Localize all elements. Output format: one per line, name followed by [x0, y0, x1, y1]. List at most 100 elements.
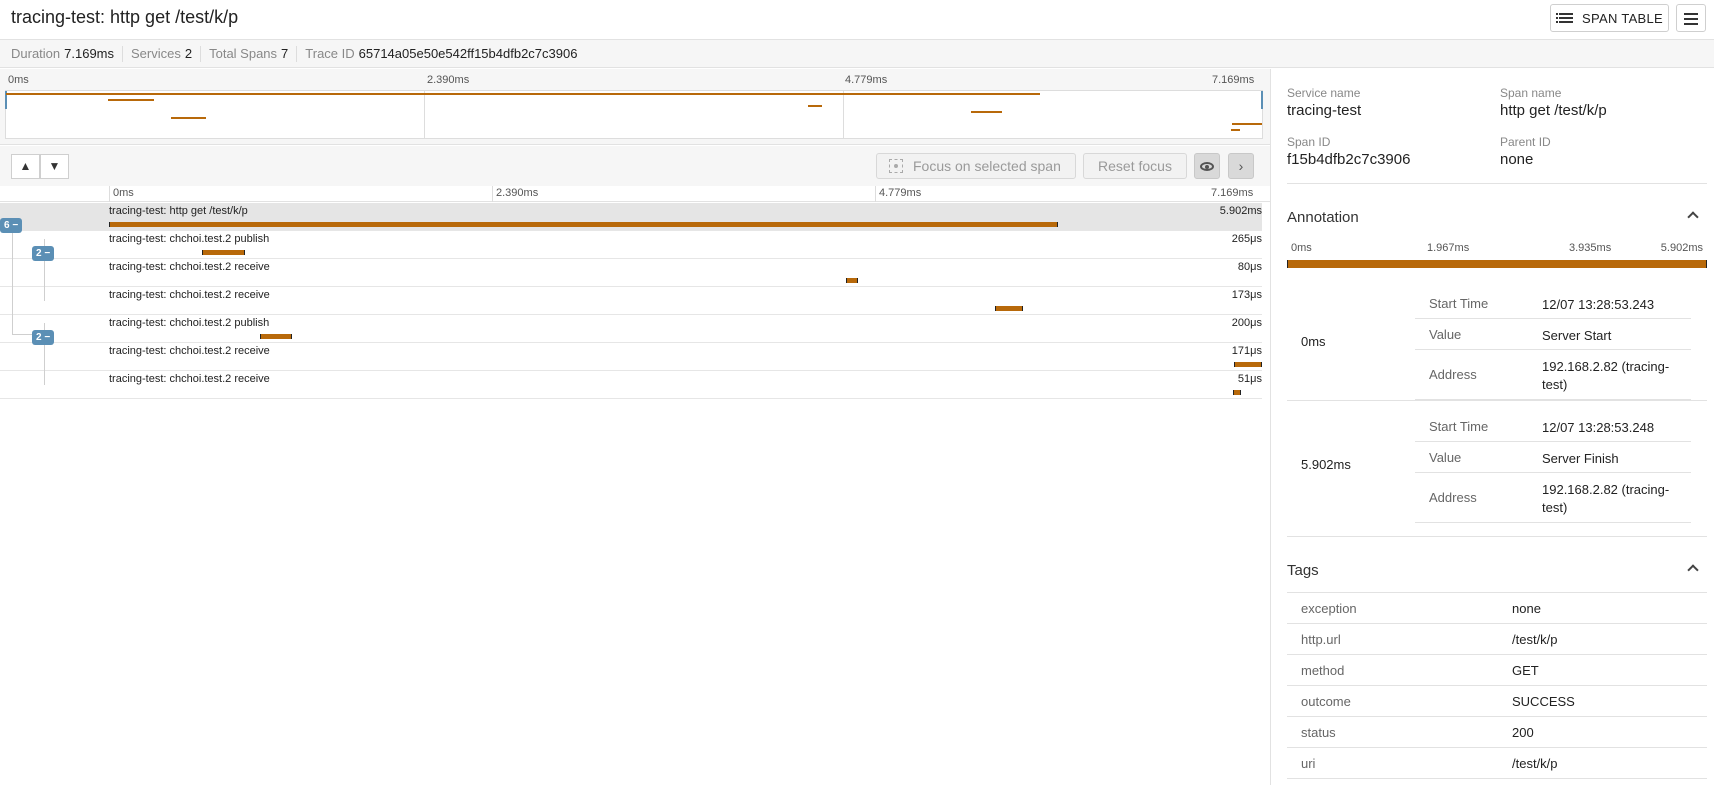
- span-id-label: Span ID: [1287, 135, 1331, 149]
- chevron-up-icon: ▲: [19, 159, 32, 173]
- tag-row: outcome SUCCESS: [1287, 686, 1707, 717]
- chevron-down-icon: ▼: [48, 159, 61, 173]
- annotation-time: 5.902ms: [1301, 457, 1351, 472]
- next-span-button[interactable]: ▼: [40, 154, 69, 179]
- stat-total-spans: Total Spans 7: [209, 46, 289, 61]
- stat-services: Services 2: [131, 46, 193, 61]
- minimap-span-bar: [808, 105, 823, 107]
- span-name: tracing-test: chchoi.test.2 publish: [109, 233, 270, 245]
- span-bar[interactable]: [109, 222, 1059, 227]
- collapse-badge[interactable]: 6 −: [0, 218, 23, 233]
- minimap-span-bar: [1232, 123, 1262, 125]
- eye-icon: [1200, 162, 1214, 171]
- minimap-span-bar: [107, 99, 155, 101]
- collapse-badge[interactable]: 2 −: [32, 330, 55, 345]
- span-name-label: Span name: [1500, 86, 1562, 100]
- span-row[interactable]: tracing-test: chchoi.test.2 receive 80μs: [0, 259, 1262, 287]
- span-duration: 265μs: [1231, 233, 1262, 245]
- minimap-canvas[interactable]: [5, 90, 1263, 139]
- span-row[interactable]: tracing-test: chchoi.test.2 receive 51μs: [0, 371, 1262, 399]
- minimap-right-handle[interactable]: [1261, 91, 1263, 109]
- minimap-span-bar: [971, 111, 1002, 113]
- annotation-section-toggle[interactable]: Annotation: [1287, 209, 1707, 226]
- focus-icon: [889, 159, 903, 173]
- span-row[interactable]: tracing-test: chchoi.test.2 receive 171μs: [0, 343, 1262, 371]
- span-row[interactable]: tracing-test: http get /test/k/p 5.902ms: [0, 203, 1262, 231]
- span-row[interactable]: tracing-test: chchoi.test.2 receive 173μs: [0, 287, 1262, 315]
- span-name: tracing-test: chchoi.test.2 publish: [109, 317, 270, 329]
- span-name: tracing-test: http get /test/k/p: [109, 205, 248, 217]
- span-name: tracing-test: chchoi.test.2 receive: [109, 373, 270, 385]
- tag-row: status 200: [1287, 717, 1707, 748]
- span-table-label: SPAN TABLE: [1582, 10, 1664, 26]
- span-name: tracing-test: chchoi.test.2 receive: [109, 261, 270, 273]
- list-icon: [1556, 11, 1573, 25]
- span-duration: 51μs: [1237, 373, 1262, 385]
- toggle-detail-button[interactable]: ›: [1228, 153, 1254, 179]
- service-name-label: Service name: [1287, 86, 1361, 100]
- span-duration: 80μs: [1237, 261, 1262, 273]
- span-bar[interactable]: [995, 306, 1023, 311]
- axis-tick: 2.390ms: [496, 187, 539, 199]
- minimap-span-bar: [1230, 129, 1240, 131]
- prev-span-button[interactable]: ▲: [11, 154, 40, 179]
- tag-row: method GET: [1287, 655, 1707, 686]
- tag-row: exception none: [1287, 593, 1707, 624]
- minimap-tick: 0ms: [8, 74, 29, 86]
- span-duration: 173μs: [1231, 289, 1262, 301]
- annotation-row: Address 192.168.2.82 (tracing-test): [1415, 350, 1691, 400]
- minimap-span-bar: [170, 117, 206, 119]
- span-bar[interactable]: [202, 250, 245, 255]
- tags-section-toggle[interactable]: Tags: [1287, 562, 1707, 579]
- timeline-axis: 0ms 2.390ms 4.779ms 7.169ms: [0, 186, 1270, 202]
- span-duration: 5.902ms: [1219, 205, 1262, 217]
- page-title: tracing-test: http get /test/k/p: [11, 7, 239, 27]
- chevron-up-icon: [1687, 564, 1699, 576]
- chevron-up-icon: [1687, 211, 1699, 223]
- span-row[interactable]: tracing-test: chchoi.test.2 publish 200μs: [0, 315, 1262, 343]
- timeline-toolbar: ▲ ▼ Focus on selected span Reset focus ›: [0, 146, 1270, 186]
- span-name: tracing-test: chchoi.test.2 receive: [109, 289, 270, 301]
- annotation-bar: [1287, 260, 1707, 268]
- minimap-tick: 2.390ms: [427, 74, 470, 86]
- focus-selected-span-button[interactable]: Focus on selected span: [876, 153, 1076, 179]
- chevron-right-icon: ›: [1238, 158, 1244, 174]
- trace-minimap[interactable]: 0ms 2.390ms 4.779ms 7.169ms: [0, 69, 1270, 145]
- span-duration: 200μs: [1231, 317, 1262, 329]
- reset-focus-button[interactable]: Reset focus: [1083, 153, 1187, 179]
- tag-row: uri/test/k/p: [1287, 748, 1707, 779]
- span-name: tracing-test: chchoi.test.2 receive: [109, 345, 270, 357]
- span-bar[interactable]: [1233, 390, 1242, 395]
- span-bar[interactable]: [260, 334, 293, 339]
- annotation-time: 0ms: [1301, 334, 1326, 349]
- span-name-value: http get /test/k/p: [1500, 102, 1607, 119]
- parent-id-value: none: [1500, 151, 1534, 168]
- toggle-visibility-button[interactable]: [1194, 153, 1220, 179]
- trace-stats-bar: Duration 7.169ms Services 2 Total Spans …: [0, 40, 1714, 68]
- trace-header: tracing-test: http get /test/k/p SPAN TA…: [0, 0, 1714, 40]
- axis-tick: 4.779ms: [879, 187, 922, 199]
- minimap-tick: 4.779ms: [845, 74, 888, 86]
- stat-trace-id: Trace ID 65714a05e50e542ff15b4dfb2c7c390…: [305, 46, 578, 61]
- axis-tick: 0ms: [113, 187, 134, 199]
- span-bar[interactable]: [1234, 362, 1262, 367]
- annotation-row: Value Server Start: [1415, 319, 1691, 350]
- span-bar[interactable]: [845, 278, 859, 283]
- collapse-badge[interactable]: 2 −: [32, 246, 55, 261]
- span-table-button[interactable]: SPAN TABLE: [1550, 4, 1669, 32]
- minimap-span-bar: [6, 93, 1041, 95]
- parent-id-label: Parent ID: [1500, 135, 1551, 149]
- annotation-row: Start Time 12/07 13:28:53.248: [1415, 411, 1691, 442]
- annotation-row: Address 192.168.2.82 (tracing-test): [1415, 473, 1691, 523]
- hamburger-icon: [1684, 13, 1698, 15]
- span-duration: 171μs: [1231, 345, 1262, 357]
- minimap-tick: 7.169ms: [1212, 74, 1255, 86]
- span-row[interactable]: tracing-test: chchoi.test.2 publish 265μs: [0, 231, 1262, 259]
- stat-duration: Duration 7.169ms: [11, 46, 115, 61]
- span-detail-panel: Service name tracing-test Span name http…: [1270, 69, 1714, 785]
- menu-button[interactable]: [1676, 4, 1706, 32]
- span-id-value: f15b4dfb2c7c3906: [1287, 151, 1411, 168]
- tag-row: http.url/test/k/p: [1287, 624, 1707, 655]
- axis-tick: 7.169ms: [1211, 187, 1254, 199]
- annotation-row: Value Server Finish: [1415, 442, 1691, 473]
